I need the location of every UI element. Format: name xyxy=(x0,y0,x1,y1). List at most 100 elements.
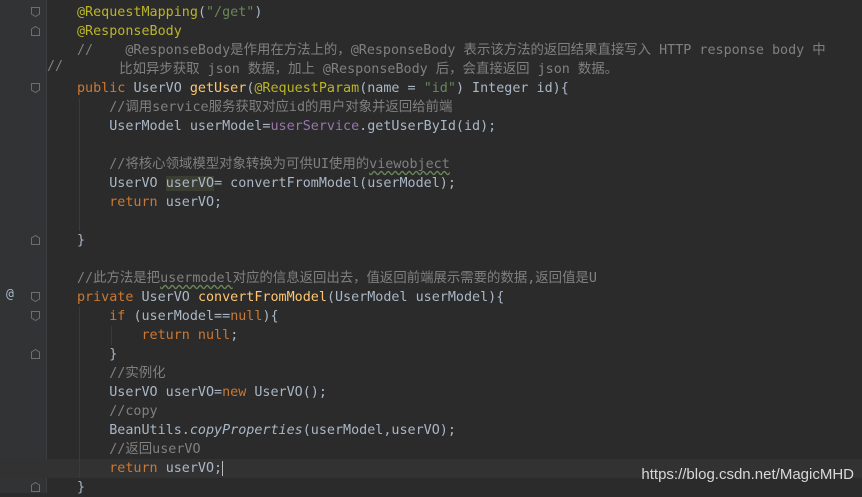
code-text: //调用service服务获取对应id的用户对象并返回给前端 xyxy=(77,98,452,117)
code-token: return xyxy=(77,461,166,476)
code-line[interactable]: BeanUtils.copyProperties(userModel,userV… xyxy=(0,421,862,440)
code-token: private xyxy=(77,290,142,305)
code-line[interactable]: @ResponseBody xyxy=(0,22,862,41)
code-line[interactable]: if (userModel==null){ xyxy=(0,307,862,326)
code-text: //返回userVO xyxy=(77,440,200,459)
code-token: ; xyxy=(230,328,239,343)
code-text: //将核心领域模型对象转换为可供UI使用的viewobject xyxy=(77,155,450,174)
code-token: //实例化 xyxy=(77,366,166,381)
code-text: } xyxy=(77,231,85,250)
code-editor[interactable]: @RequestMapping("/get") @ResponseBody // @… xyxy=(0,0,862,495)
code-text: private UserVO convertFromModel(UserMode… xyxy=(77,288,504,307)
code-token: ( xyxy=(197,5,206,20)
code-token: UserVO xyxy=(77,176,166,191)
code-line[interactable]: //将核心领域模型对象转换为可供UI使用的viewobject xyxy=(0,155,862,174)
code-token: usermodel xyxy=(160,271,233,286)
code-token: 比如异步获取 json 数据，加上 @ResponseBody 后，会直接返回 … xyxy=(95,62,619,77)
code-token: UserVO xyxy=(141,290,198,305)
code-line[interactable]: private UserVO convertFromModel(UserMode… xyxy=(0,288,862,307)
code-text: //此方法是把usermodel对应的信息返回出去，值返回前端展示需要的数据,返… xyxy=(77,269,597,288)
indent-guide xyxy=(79,307,80,478)
code-token: UserVO xyxy=(133,81,190,96)
code-token: .getUserById(id); xyxy=(359,119,497,134)
indent-guide xyxy=(79,98,80,231)
code-text: BeanUtils.copyProperties(userModel,userV… xyxy=(77,421,456,440)
code-token: userVO; xyxy=(165,461,223,476)
code-line[interactable]: // @ResponseBody是作用在方法上的，@ResponseBody 表… xyxy=(0,41,862,60)
code-line[interactable]: //copy xyxy=(0,402,862,421)
code-token: // @ResponseBody是作用在方法上的，@ResponseBody 表… xyxy=(77,43,826,58)
code-text: // @ResponseBody是作用在方法上的，@ResponseBody 表… xyxy=(77,41,826,60)
code-line[interactable]: return null; xyxy=(0,326,862,345)
code-text: if (userModel==null){ xyxy=(77,307,279,326)
code-text: //copy xyxy=(77,402,158,421)
code-line[interactable]: //调用service服务获取对应id的用户对象并返回给前端 xyxy=(0,98,862,117)
code-token: = convertFromModel(userModel); xyxy=(214,176,456,191)
code-token: viewobject xyxy=(369,157,450,172)
code-token: userService xyxy=(270,119,360,134)
code-text: return userVO; xyxy=(77,459,224,478)
code-token: 对应的信息返回出去，值返回前端展示需要的数据,返回值是U xyxy=(232,271,597,286)
code-token: (UserModel userModel){ xyxy=(326,290,505,305)
code-token: (userModel,userVO); xyxy=(302,423,456,438)
code-line[interactable]: //此方法是把usermodel对应的信息返回出去，值返回前端展示需要的数据,返… xyxy=(0,269,862,288)
code-line[interactable]: } xyxy=(0,231,862,250)
code-token: BeanUtils. xyxy=(77,423,190,438)
code-token: (userModel== xyxy=(133,309,231,324)
code-token: return xyxy=(77,195,166,210)
code-token: UserVO userVO= xyxy=(77,385,223,400)
code-text: } xyxy=(77,345,117,364)
code-text: return null; xyxy=(77,326,238,345)
code-line[interactable]: public UserVO getUser(@RequestParam(name… xyxy=(0,79,862,98)
watermark: https://blog.csdn.net/MagicMHD xyxy=(641,466,854,483)
code-token: getUser xyxy=(189,81,247,96)
code-line[interactable]: 比如异步获取 json 数据，加上 @ResponseBody 后，会直接返回 … xyxy=(0,60,862,79)
code-line[interactable] xyxy=(0,136,862,155)
code-token: UserVO(); xyxy=(254,385,327,400)
code-text: 比如异步获取 json 数据，加上 @ResponseBody 后，会直接返回 … xyxy=(95,60,618,79)
code-token: userVO xyxy=(165,176,215,191)
text-cursor xyxy=(222,460,224,476)
code-text: UserVO userVO=new UserVO(); xyxy=(77,383,327,402)
code-text: } xyxy=(77,478,85,497)
code-token: //调用service服务获取对应id的用户对象并返回给前端 xyxy=(77,100,453,115)
code-token: return null xyxy=(77,328,231,343)
code-token: new xyxy=(222,385,255,400)
code-text: UserVO userVO= convertFromModel(userMode… xyxy=(77,174,456,193)
code-text: //实例化 xyxy=(77,364,166,383)
code-text: public UserVO getUser(@RequestParam(name… xyxy=(77,79,569,98)
code-line[interactable] xyxy=(0,250,862,269)
code-line[interactable]: } xyxy=(0,345,862,364)
code-text: @RequestMapping("/get") xyxy=(77,3,262,22)
code-token: //此方法是把 xyxy=(77,271,161,286)
code-token: userVO; xyxy=(165,195,223,210)
code-token: @RequestParam xyxy=(254,81,360,96)
code-line[interactable]: //返回userVO xyxy=(0,440,862,459)
code-line[interactable]: UserVO userVO= convertFromModel(userMode… xyxy=(0,174,862,193)
code-token: ){ xyxy=(262,309,279,324)
code-line[interactable]: @RequestMapping("/get") xyxy=(0,3,862,22)
code-token: "id" xyxy=(423,81,456,96)
code-token: (name = xyxy=(359,81,424,96)
code-text: return userVO; xyxy=(77,193,222,212)
code-line[interactable]: //实例化 xyxy=(0,364,862,383)
code-text: UserModel userModel=userService.getUserB… xyxy=(77,117,496,136)
code-token: ) xyxy=(254,5,263,20)
code-line[interactable]: return userVO; xyxy=(0,193,862,212)
code-line[interactable] xyxy=(0,212,862,231)
code-token: //copy xyxy=(77,404,158,419)
code-token: //将核心领域模型对象转换为可供UI使用的 xyxy=(77,157,370,172)
code-token: "/get" xyxy=(206,5,255,20)
code-token: public xyxy=(77,81,134,96)
code-token: @ResponseBody xyxy=(77,24,182,39)
code-token: ) Integer id){ xyxy=(455,81,569,96)
code-token: } xyxy=(77,347,118,362)
code-token: convertFromModel xyxy=(197,290,327,305)
code-line[interactable]: UserModel userModel=userService.getUserB… xyxy=(0,117,862,136)
code-line[interactable]: UserVO userVO=new UserVO(); xyxy=(0,383,862,402)
code-token: null xyxy=(230,309,263,324)
code-token: copyProperties xyxy=(189,423,303,438)
code-token: } xyxy=(77,233,86,248)
code-token: @RequestMapping xyxy=(77,5,198,20)
code-token: UserModel userModel= xyxy=(77,119,271,134)
